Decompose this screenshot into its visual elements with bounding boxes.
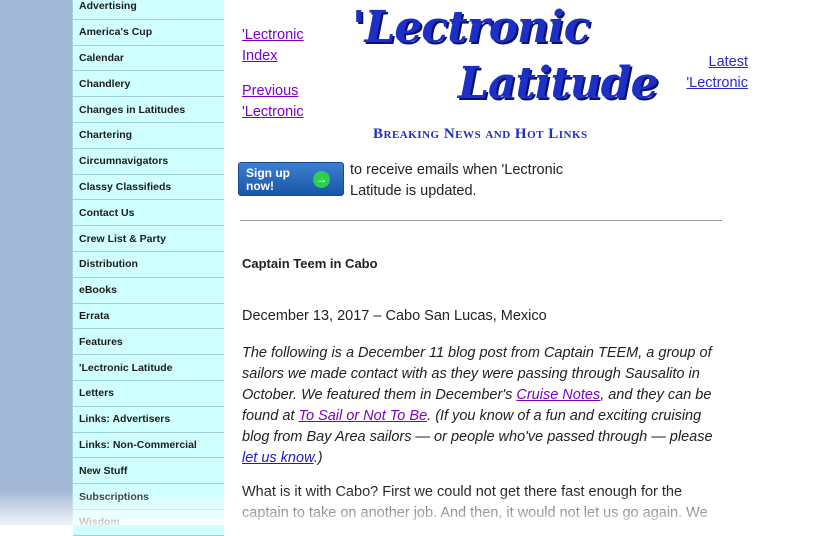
sidebar-item[interactable]: America's Cup [73,19,224,46]
let-us-know-link[interactable]: let us know [242,450,314,466]
logo-tagline: Breaking News and Hot Links [373,126,588,142]
sidebar-item[interactable]: Chartering [73,123,224,149]
sidebar-item[interactable]: Crew List & Party [73,226,224,252]
sidebar-item[interactable]: Letters [73,381,224,407]
sidebar-item[interactable]: Calendar [73,45,224,72]
sidebar-item[interactable]: Contact Us [73,200,224,227]
sidebar-item[interactable]: Wisdom [73,510,224,536]
sidebar-item[interactable]: Advertising [73,0,224,20]
sidebar-item[interactable]: Links: Advertisers [73,406,224,433]
sidebar-item[interactable]: eBooks [73,277,224,304]
sign-up-button[interactable]: Sign up now! → [238,162,344,196]
logo-line-lectronic: 'Lectronic [352,2,591,53]
sidebar-item[interactable]: New Stuff [73,458,224,485]
logo-line-latitude: Latitude [458,58,659,109]
sidebar-item[interactable]: Changes in Latitudes [73,97,224,123]
article-intro: The following is a December 11 blog post… [242,343,722,469]
latest-lectronic-link[interactable]: Latest 'Lectronic [680,52,748,94]
sidebar-item[interactable]: Features [73,329,224,356]
arrow-right-icon: → [313,171,330,188]
sidebar-item[interactable]: Links: Non-Commercial [73,432,224,459]
sidebar-item[interactable]: 'Lectronic Latitude [73,355,224,381]
divider [240,220,722,221]
article-body: What is it with Cabo? First we could not… [242,484,708,521]
previous-lectronic-link[interactable]: Previous 'Lectronic [242,81,322,123]
sidebar-item[interactable]: Circumnavigators [73,148,224,175]
article-title: Captain Teem in Cabo [242,256,378,271]
sidebar-item[interactable]: Chandlery [73,71,224,98]
intro-text: .) [313,450,323,466]
sign-up-label: Sign up now! [246,166,290,193]
to-sail-or-not-to-be-link[interactable]: To Sail or Not To Be [298,408,427,424]
article-dateline: December 13, 2017 – Cabo San Lucas, Mexi… [242,308,547,324]
sidebar-item[interactable]: Classy Classifieds [73,174,224,201]
sign-up-description: to receive emails when 'Lectronic Latitu… [350,162,564,199]
sidebar-item[interactable]: Distribution [73,252,224,278]
site-logo[interactable]: 'Lectronic Latitude Breaking News and Ho… [340,0,659,150]
lectronic-index-link[interactable]: 'Lectronic Index [242,25,322,67]
sidebar-strip [0,0,72,525]
sidebar-menu: Advertising America's Cup Calendar Chandler… [72,0,224,536]
sidebar-item[interactable]: Subscriptions [73,484,224,510]
cruise-notes-link[interactable]: Cruise Notes [516,387,600,403]
sidebar-item[interactable]: Errata [73,303,224,330]
